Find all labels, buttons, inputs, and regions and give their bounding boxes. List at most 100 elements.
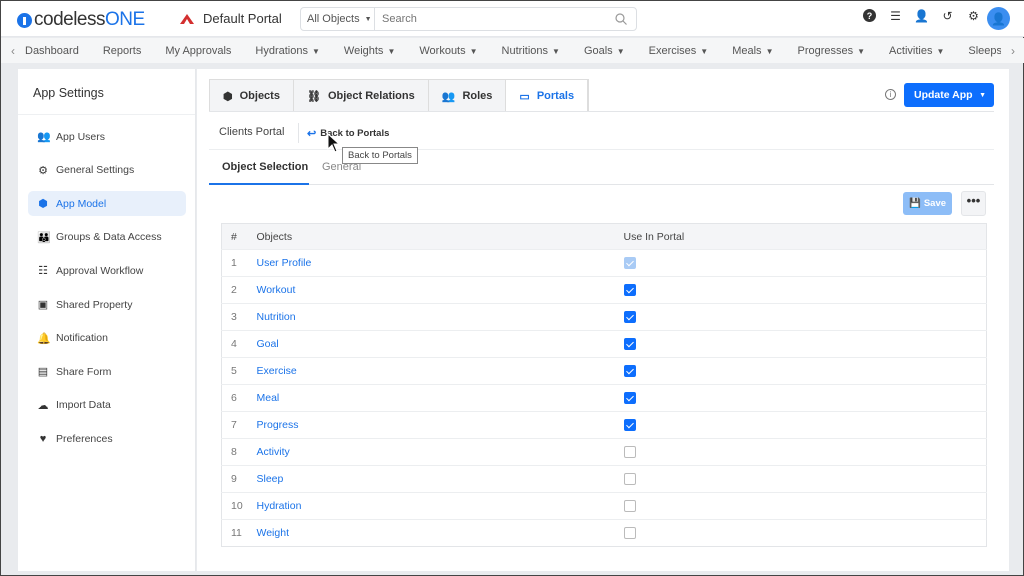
add-user-icon[interactable]: 👤 — [914, 9, 929, 23]
top-header: codeless ONE Default Portal All Objects ▼ … — [1, 1, 1024, 37]
nav-item-label: Workouts — [419, 44, 466, 57]
use-in-portal-checkbox[interactable] — [623, 311, 636, 324]
object-link[interactable]: Activity — [257, 446, 290, 458]
use-in-portal-checkbox[interactable] — [623, 446, 636, 459]
object-cell: Progress — [256, 411, 624, 439]
relations-icon: ⛓ — [306, 90, 321, 103]
object-link[interactable]: Sleep — [257, 473, 284, 485]
tab-object-relations[interactable]: ⛓ Object Relations — [293, 80, 429, 112]
object-link[interactable]: Goal — [257, 338, 279, 350]
users-icon: 👥 — [37, 131, 51, 143]
subtab-general[interactable]: General — [322, 161, 361, 185]
row-number: 4 — [221, 330, 257, 358]
use-in-portal-cell — [623, 384, 987, 412]
main-panel: ⬢ Objects ⛓ Object Relations 👥 Roles ▭ Portals … — [197, 69, 1009, 571]
sidebar-item-general-settings[interactable]: ⚙ General Settings — [28, 158, 186, 183]
active-subtab-indicator — [209, 183, 309, 185]
tab-label: Portals — [536, 90, 575, 102]
use-in-portal-cell — [623, 492, 987, 520]
caret-down-icon: ▼ — [387, 46, 396, 56]
object-link[interactable]: Hydration — [257, 500, 302, 512]
use-in-portal-cell — [623, 465, 987, 493]
nav-item-exercises[interactable]: Exercises ▼ — [649, 45, 709, 57]
use-in-portal-checkbox[interactable] — [623, 284, 636, 297]
nav-item-label: Goals — [583, 44, 613, 57]
sidebar-item-app-model[interactable]: ⬢ App Model — [28, 191, 186, 217]
sidebar-item-share-form[interactable]: ▤ Share Form — [28, 359, 186, 384]
object-link[interactable]: Progress — [257, 419, 299, 431]
sidebar-item-app-users[interactable]: 👥 App Users — [28, 124, 186, 149]
objects-table: # Objects Use In Portal 1 User Profile 2 Wo… — [221, 223, 987, 547]
divider — [209, 184, 994, 185]
nav-item-reports[interactable]: Reports — [103, 45, 142, 57]
sidebar-item-shared-property[interactable]: ▣ Shared Property — [28, 292, 186, 317]
user-avatar-icon[interactable]: 👤 — [987, 7, 1010, 30]
tab-objects[interactable]: ⬢ Objects — [210, 80, 294, 112]
object-link[interactable]: Meal — [257, 392, 280, 404]
object-cell: User Profile — [256, 249, 624, 277]
logo[interactable]: codeless ONE — [17, 9, 145, 31]
sidebar-item-label: Preferences — [56, 432, 113, 445]
history-icon[interactable]: ↺ — [941, 9, 954, 23]
sidebar-item-approval-workflow[interactable]: ☷ Approval Workflow — [28, 258, 186, 283]
info-icon[interactable]: i — [885, 89, 896, 100]
chevron-left-icon[interactable]: ‹ — [1, 44, 25, 58]
save-button[interactable]: 💾 Save — [903, 192, 952, 215]
use-in-portal-cell — [623, 519, 987, 547]
object-link[interactable]: Nutrition — [257, 311, 296, 323]
use-in-portal-checkbox[interactable] — [623, 419, 636, 432]
sidebar-item-groups-data-access[interactable]: 👪 Groups & Data Access — [28, 225, 186, 250]
chevron-right-icon[interactable]: › — [1001, 44, 1024, 58]
nav-item-activities[interactable]: Activities ▼ — [889, 45, 944, 57]
nav-item-dashboard[interactable]: Dashboard — [25, 45, 79, 57]
sidebar-item-label: Shared Property — [56, 298, 133, 311]
use-in-portal-checkbox[interactable] — [623, 338, 636, 351]
gear-icon[interactable]: ⚙ — [967, 9, 980, 23]
nav-item-weights[interactable]: Weights ▼ — [344, 45, 395, 57]
nav-item-nutritions[interactable]: Nutritions ▼ — [502, 45, 560, 57]
use-in-portal-checkbox[interactable] — [623, 473, 636, 486]
table-row: 3 Nutrition — [221, 303, 987, 331]
nav-item-hydrations[interactable]: Hydrations ▼ — [255, 45, 320, 57]
row-number: 8 — [221, 438, 257, 466]
tab-portals[interactable]: ▭ Portals — [506, 80, 589, 112]
portal-logo-icon — [180, 13, 194, 24]
search-icon[interactable] — [615, 13, 627, 25]
more-options-button[interactable]: ••• — [961, 191, 986, 216]
object-link[interactable]: Exercise — [257, 365, 297, 377]
search-scope-dropdown[interactable]: All Objects ▼ — [301, 8, 375, 30]
nav-item-goals[interactable]: Goals ▼ — [584, 45, 625, 57]
database-icon[interactable]: ☰ — [889, 9, 902, 23]
sidebar-item-import-data[interactable]: ☁ Import Data — [28, 393, 186, 418]
search-input[interactable] — [375, 13, 615, 25]
update-app-button[interactable]: Update App ▼ — [904, 83, 994, 107]
caret-down-icon[interactable]: ▼ — [979, 92, 986, 99]
nav-item-meals[interactable]: Meals ▼ — [732, 45, 773, 57]
object-link[interactable]: Weight — [257, 527, 290, 539]
object-link[interactable]: User Profile — [257, 257, 312, 269]
sidebar-item-preferences[interactable]: ♥ Preferences — [28, 426, 186, 451]
sidebar-item-notification[interactable]: 🔔 Notification — [28, 326, 186, 351]
nav-item-my approvals[interactable]: My Approvals — [165, 45, 231, 57]
portal-selector[interactable]: Default Portal — [179, 11, 282, 26]
row-number: 9 — [221, 465, 257, 493]
subtab-object-selection[interactable]: Object Selection — [222, 161, 308, 185]
help-icon[interactable]: ? — [863, 9, 876, 22]
use-in-portal-checkbox[interactable] — [623, 365, 636, 378]
nav-item-progresses[interactable]: Progresses ▼ — [797, 45, 865, 57]
use-in-portal-cell — [623, 330, 987, 358]
nav-item-sleeps[interactable]: Sleeps — [968, 45, 1001, 57]
table-row: 8 Activity — [221, 438, 987, 466]
use-in-portal-checkbox[interactable] — [623, 500, 636, 513]
portal-title: Clients Portal — [219, 126, 285, 138]
back-to-portals-link[interactable]: ↩ Back to Portals — [307, 127, 389, 140]
tab-roles[interactable]: 👥 Roles — [428, 80, 507, 112]
use-in-portal-checkbox[interactable] — [623, 392, 636, 405]
object-link[interactable]: Workout — [257, 284, 296, 296]
table-row: 4 Goal — [221, 330, 987, 358]
caret-down-icon: ▼ — [936, 46, 945, 56]
use-in-portal-checkbox[interactable] — [623, 527, 636, 540]
nav-item-label: Sleeps — [968, 44, 1001, 57]
object-cell: Workout — [256, 276, 624, 304]
nav-item-workouts[interactable]: Workouts ▼ — [419, 45, 477, 57]
